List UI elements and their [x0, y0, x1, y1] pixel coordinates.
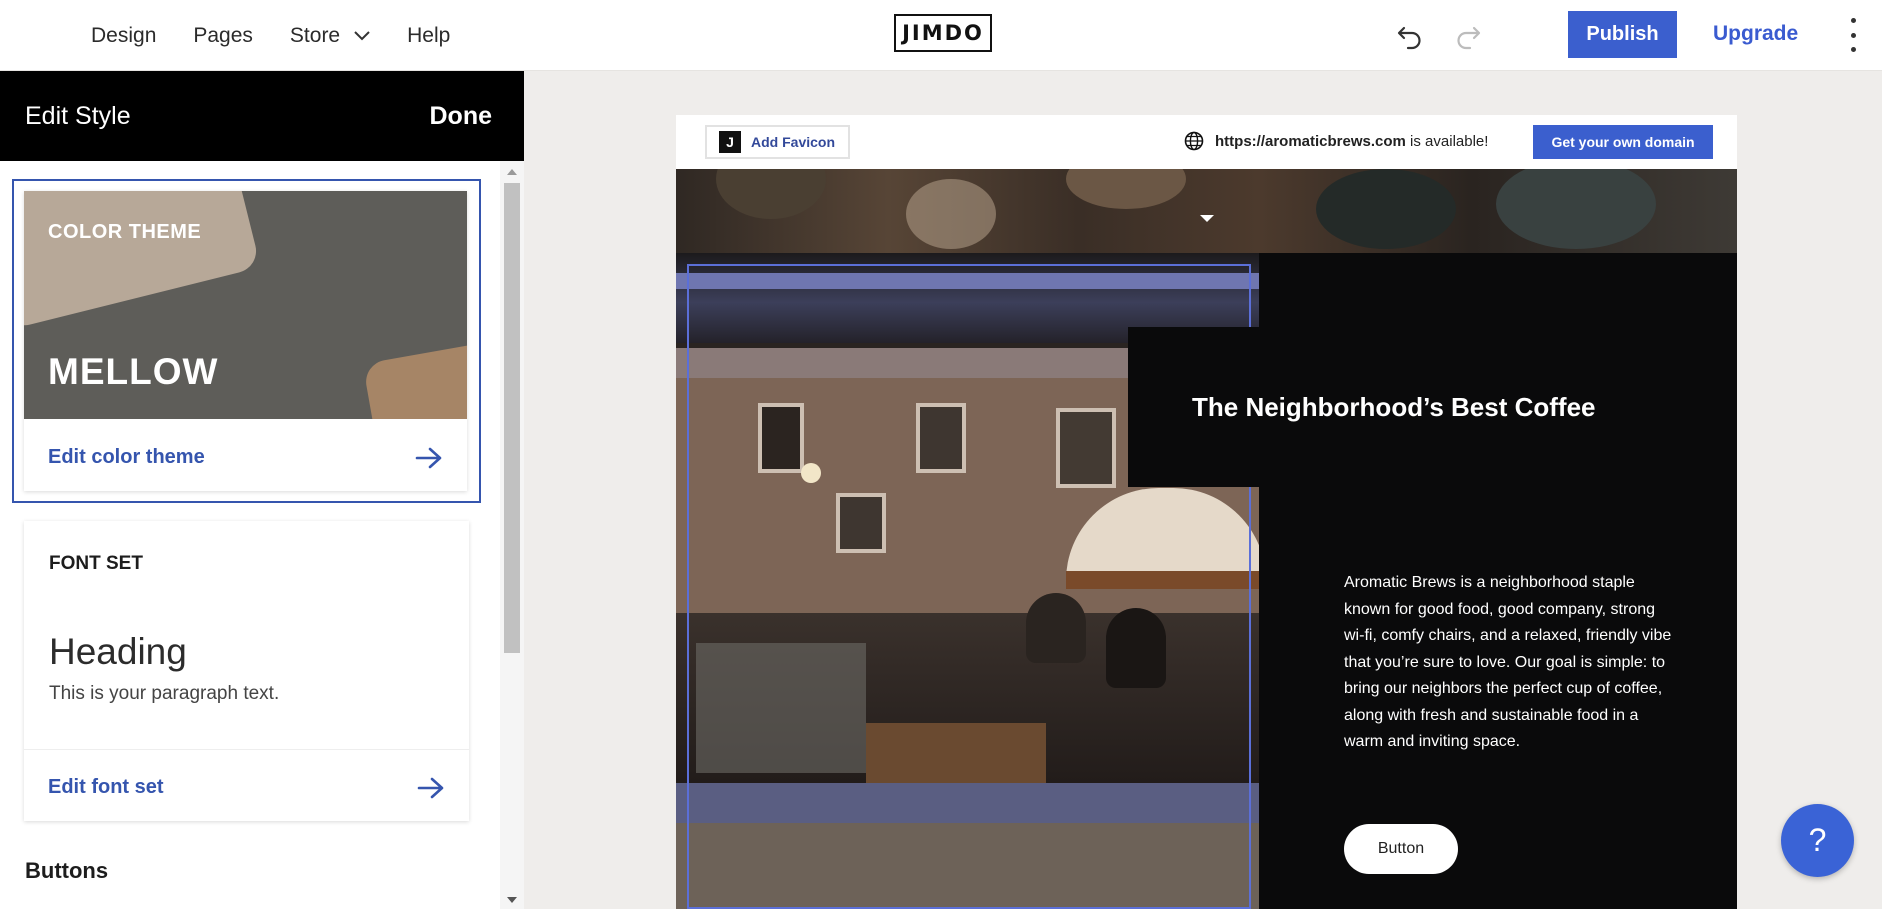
domain-url: https://aromaticbrews.com: [1215, 132, 1406, 150]
panel-scroll-area: COLOR THEME MELLOW Edit color theme FONT…: [0, 161, 500, 909]
top-bar: Design Pages Store Help JIMDO Publish Up…: [0, 0, 1882, 71]
caret-down-icon[interactable]: [1200, 215, 1214, 222]
jimdo-j-icon: J: [719, 131, 741, 153]
card-divider: [24, 749, 469, 750]
add-favicon-label: Add Favicon: [751, 134, 836, 150]
globe-icon: [1184, 131, 1204, 151]
arrow-right-icon: [417, 777, 444, 798]
arrow-right-icon: [415, 447, 442, 468]
add-favicon-button[interactable]: J Add Favicon: [705, 125, 850, 159]
done-button[interactable]: Done: [430, 102, 493, 131]
nav-store-label: Store: [289, 23, 341, 47]
color-theme-preview: COLOR THEME MELLOW: [24, 191, 467, 419]
more-vertical-icon[interactable]: [1845, 18, 1861, 52]
site-top-bar: J Add Favicon https://aromaticbrews.com …: [676, 115, 1737, 169]
upgrade-link[interactable]: Upgrade: [1713, 22, 1798, 46]
panel-header: Edit Style Done: [0, 71, 524, 161]
website-preview: J Add Favicon https://aromaticbrews.com …: [676, 115, 1737, 909]
nav-help[interactable]: Help: [407, 24, 450, 48]
domain-suffix: is available!: [1405, 132, 1489, 150]
buttons-section-heading: Buttons: [25, 858, 109, 883]
nav-pages[interactable]: Pages: [193, 24, 253, 48]
edit-font-set-link[interactable]: Edit font set: [48, 776, 445, 799]
hero-title-box[interactable]: The Neighborhood’s Best Coffee: [1128, 327, 1737, 487]
help-icon[interactable]: ?: [1781, 804, 1854, 877]
site-cta-button[interactable]: Button: [1344, 824, 1458, 874]
hero-paragraph[interactable]: Aromatic Brews is a neighborhood staple …: [1344, 570, 1674, 756]
publish-button[interactable]: Publish: [1568, 11, 1677, 58]
color-theme-selection-outline: COLOR THEME MELLOW Edit color theme: [12, 179, 481, 503]
nav-design-label: Design: [91, 23, 157, 47]
color-theme-label: COLOR THEME: [48, 221, 202, 243]
nav-help-label: Help: [407, 23, 451, 47]
panel-title: Edit Style: [25, 101, 131, 130]
main-nav: Design Pages Store Help: [91, 0, 450, 71]
edit-color-theme-link[interactable]: Edit color theme: [48, 446, 443, 469]
jimdo-logo[interactable]: JIMDO: [894, 14, 992, 52]
hero-background-image: [676, 169, 1737, 253]
domain-text: https://aromaticbrews.com is available!: [1215, 133, 1488, 150]
domain-availability: https://aromaticbrews.com is available!: [1184, 131, 1488, 151]
redo-icon[interactable]: [1453, 20, 1483, 50]
edit-style-panel: Edit Style Done COLOR THEME MELLOW Edit …: [0, 71, 524, 909]
undo-icon[interactable]: [1395, 20, 1425, 50]
scroll-down-icon[interactable]: [507, 897, 517, 903]
chevron-down-icon: [354, 30, 370, 40]
font-heading-sample: Heading: [49, 631, 187, 672]
get-domain-button[interactable]: Get your own domain: [1533, 125, 1713, 159]
font-paragraph-sample: This is your paragraph text.: [49, 683, 280, 704]
panel-scrollbar[interactable]: [500, 161, 524, 909]
edit-color-theme-label: Edit color theme: [48, 446, 205, 468]
color-theme-name: MELLOW: [48, 351, 219, 392]
nav-pages-label: Pages: [193, 23, 253, 47]
scrollbar-thumb[interactable]: [504, 183, 520, 653]
edit-font-set-label: Edit font set: [48, 776, 164, 798]
scroll-up-icon[interactable]: [507, 169, 517, 175]
font-set-label: FONT SET: [49, 553, 143, 574]
nav-design[interactable]: Design: [91, 24, 156, 48]
nav-store[interactable]: Store: [290, 24, 370, 48]
font-set-card[interactable]: FONT SET Heading This is your paragraph …: [24, 521, 469, 821]
hero-title[interactable]: The Neighborhood’s Best Coffee: [1192, 392, 1596, 423]
color-theme-card[interactable]: COLOR THEME MELLOW Edit color theme: [24, 191, 467, 491]
theme-decoration-shape: [362, 339, 467, 419]
theme-decoration-shape: [24, 191, 261, 330]
